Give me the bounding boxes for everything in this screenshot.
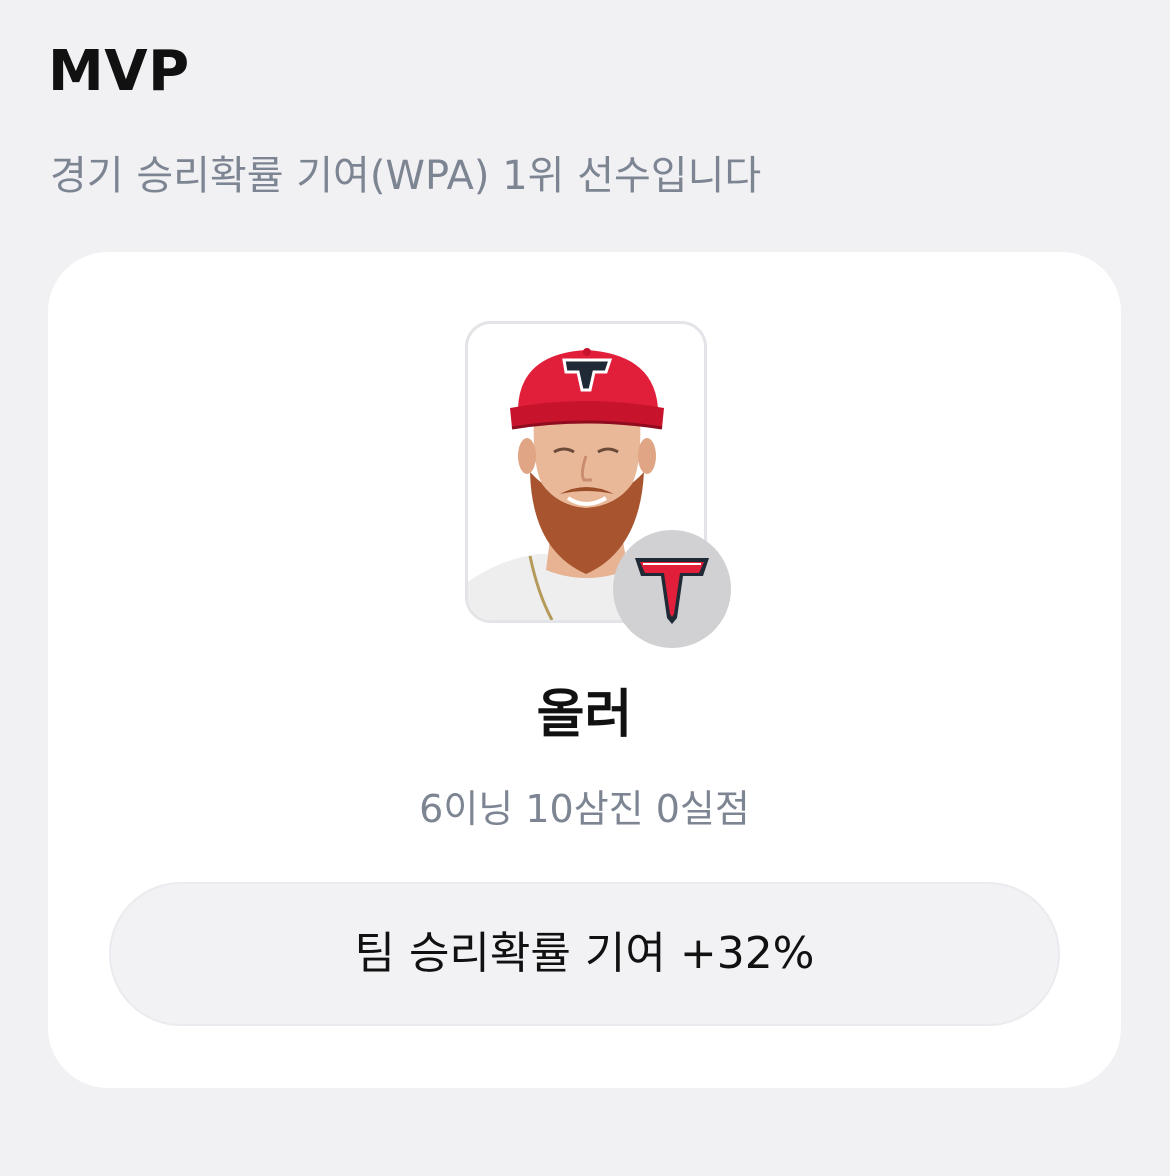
player-name: 올러 bbox=[536, 685, 633, 745]
section-title: MVP bbox=[48, 39, 190, 104]
wpa-label: 팀 승리확률 기여 bbox=[354, 928, 666, 979]
team-t-logo-icon bbox=[635, 558, 709, 624]
team-logo-badge bbox=[613, 530, 731, 648]
player-stats: 6이닝 10삼진 0실점 bbox=[419, 787, 750, 831]
wpa-contribution-pill[interactable]: 팀 승리확률 기여 +32% bbox=[109, 882, 1060, 1026]
mvp-card[interactable]: 올러 6이닝 10삼진 0실점 팀 승리확률 기여 +32% bbox=[48, 252, 1121, 1088]
section-subtitle: 경기 승리확률 기여(WPA) 1위 선수입니다 bbox=[50, 153, 762, 199]
wpa-value: +32% bbox=[679, 928, 815, 979]
